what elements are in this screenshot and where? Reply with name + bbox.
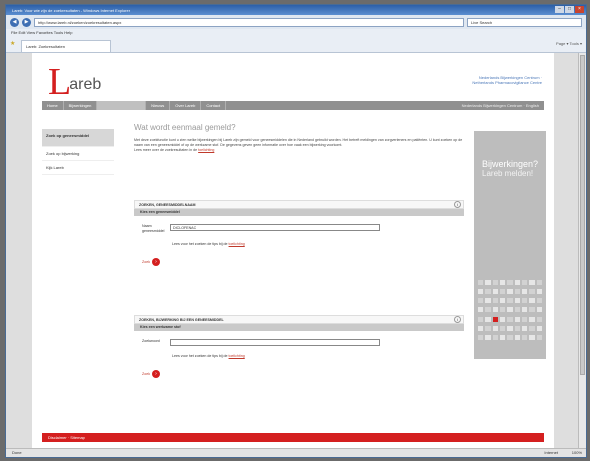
search-input[interactable]: Live Search (467, 17, 582, 27)
page-title: Wat wordt eenmaal gemeld? (134, 123, 236, 132)
arrow-right-icon: › (152, 370, 160, 378)
title-bar: Lareb: Voor wie zijn de zoekresultaten -… (6, 5, 586, 15)
favorites-star-icon[interactable]: ★ (10, 40, 18, 48)
sidebar-item-zoek-bijwerking[interactable]: Zoek op bijwerking (42, 147, 114, 161)
address-bar: ◀ ▶ http://www.lareb.nl/zoeken/zoekresul… (6, 15, 586, 29)
security-zone: Internet (544, 450, 558, 455)
browser-window: Lareb: Voor wie zijn de zoekresultaten -… (5, 4, 587, 458)
form-note-link[interactable]: toelichting (229, 354, 245, 358)
menu-bar[interactable]: File Edit View Favorites Tools Help (6, 29, 586, 37)
nav-contact[interactable]: Contact (201, 101, 227, 110)
form-note-text: Lees voor het zoeken de tips bij de (172, 242, 228, 246)
promo-dot-pattern (474, 276, 546, 346)
intro-text: Lees meer over de zoekresultaten in de (134, 148, 198, 152)
sidebar-item-kijk-lareb[interactable]: Kijk Lareb (42, 161, 114, 175)
nav-zoek[interactable]: Zoek de bijwerkingen (97, 101, 147, 110)
intro-paragraph-2: Lees meer over de zoekresultaten in de t… (134, 148, 464, 153)
form-note-link[interactable]: toelichting (229, 242, 245, 246)
status-bar: Done Internet 100% (6, 448, 586, 457)
sidebar-item-zoek-geneesmiddel[interactable]: Zoek op geneesmiddel (42, 129, 114, 147)
status-text: Done (12, 450, 22, 455)
minimize-button[interactable]: – (555, 6, 564, 13)
page-viewport: L areb Nederlands Bijwerkingen Centrum ·… (6, 53, 580, 450)
form-header: ZOEKEN, GENEESMIDDELNAAM i (134, 200, 464, 209)
window-controls: – □ × (555, 6, 584, 13)
search-button[interactable]: Zoek › (134, 246, 464, 266)
forward-icon[interactable]: ▶ (22, 17, 31, 27)
back-icon[interactable]: ◀ (10, 17, 19, 27)
page-footer[interactable]: Disclaimer · Sitemap (42, 433, 544, 442)
info-icon[interactable]: i (454, 316, 461, 323)
form-header: ZOEKEN, BIJWERKING BIJ EEN GENEESMIDDEL … (134, 315, 464, 324)
form-note-text: Lees voor het zoeken de tips bij de (172, 354, 228, 358)
nav-right-links[interactable]: Nederlands Bijwerkingen Centrum · Englis… (462, 103, 544, 108)
zoom-level[interactable]: 100% (572, 449, 582, 457)
search-button-label: Zoek (142, 372, 150, 376)
form-subheader: Kies een geneesmiddel (134, 209, 464, 216)
nav-bijwerkingen[interactable]: Bijwerkingen (64, 101, 98, 110)
sidebar: Zoek op geneesmiddel Zoek op bijwerking … (42, 129, 114, 175)
form-note: Lees voor het zoeken de tips bij de toel… (134, 234, 464, 246)
vertical-scrollbar[interactable] (578, 53, 586, 450)
form-subheader: Kies een werkzame stof (134, 324, 464, 331)
form-header-label: ZOEKEN, GENEESMIDDELNAAM (139, 203, 196, 207)
promo-line-2: Lareb melden! (482, 169, 534, 178)
promo-line-1: Bijwerkingen? (482, 159, 539, 169)
field-label: Zoekwoord (142, 339, 160, 343)
main-content: Wat wordt eenmaal gemeld? Met deze zoekf… (134, 123, 464, 153)
close-button[interactable]: × (575, 6, 584, 13)
window-title: Lareb: Voor wie zijn de zoekresultaten -… (12, 7, 131, 13)
web-page: L areb Nederlands Bijwerkingen Centrum ·… (32, 53, 554, 450)
search-form-geneesmiddel: ZOEKEN, GENEESMIDDELNAAM i Kies een gene… (134, 200, 464, 266)
search-button[interactable]: Zoek › (134, 358, 464, 378)
geneesmiddel-input[interactable]: DICLOFENAC (170, 224, 380, 231)
intro-link[interactable]: toelichting (198, 148, 214, 152)
nav-home[interactable]: Home (42, 101, 64, 110)
form-header-label: ZOEKEN, BIJWERKING BIJ EEN GENEESMIDDEL (139, 318, 224, 322)
promo-banner[interactable]: Bijwerkingen? Lareb melden! (474, 131, 546, 359)
arrow-right-icon: › (152, 258, 160, 266)
main-nav: Home Bijwerkingen Zoek de bijwerkingen N… (42, 101, 544, 110)
search-button-label: Zoek (142, 260, 150, 264)
command-bar[interactable]: Page ▾ Tools ▾ (556, 41, 582, 46)
browser-tab[interactable]: Lareb: Zoekresultaten (21, 40, 111, 52)
nav-nieuws[interactable]: Nieuws (146, 101, 171, 110)
zoekwoord-input[interactable] (170, 339, 380, 346)
info-icon[interactable]: i (454, 201, 461, 208)
form-row: Zoekwoord (134, 331, 464, 346)
logo-text: areb (69, 76, 102, 93)
field-label: Naam geneesmiddel (142, 224, 165, 233)
lareb-logo[interactable]: L areb (48, 61, 102, 103)
site-tagline: Nederlands Bijwerkingen Centrum · Nether… (472, 75, 542, 85)
nav-over-lareb[interactable]: Over Lareb (170, 101, 202, 110)
form-row: Naam geneesmiddel DICLOFENAC (134, 216, 464, 234)
maximize-button[interactable]: □ (565, 6, 574, 13)
logo-letter: L (48, 61, 72, 103)
url-input[interactable]: http://www.lareb.nl/zoeken/zoekresultate… (34, 17, 464, 27)
form-note: Lees voor het zoeken de tips bij de toel… (134, 346, 464, 358)
intro-paragraph: Met deze zoekfunctie kunt u zien welke b… (134, 138, 463, 147)
search-form-bijwerking: ZOEKEN, BIJWERKING BIJ EEN GENEESMIDDEL … (134, 315, 464, 378)
scrollbar-thumb[interactable] (580, 55, 585, 375)
tab-row: ★ Lareb: Zoekresultaten Page ▾ Tools ▾ (6, 37, 586, 53)
